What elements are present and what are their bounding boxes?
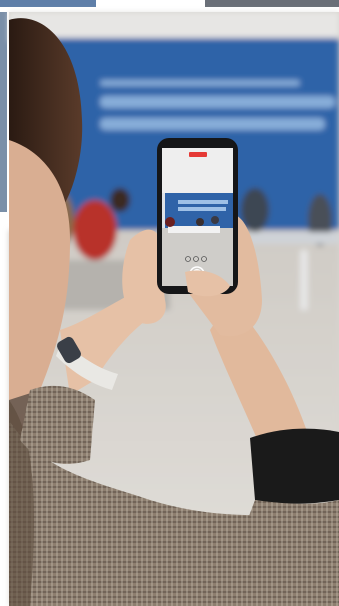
top-left-thumbnail-strip (0, 0, 96, 7)
phone-screen (162, 148, 233, 286)
left-thumbnail-strip (0, 12, 7, 212)
top-right-thumbnail-strip (205, 0, 339, 7)
photo (0, 0, 339, 606)
main-photo (9, 12, 339, 606)
black-cuff (250, 428, 339, 504)
record-indicator-icon (189, 152, 207, 157)
